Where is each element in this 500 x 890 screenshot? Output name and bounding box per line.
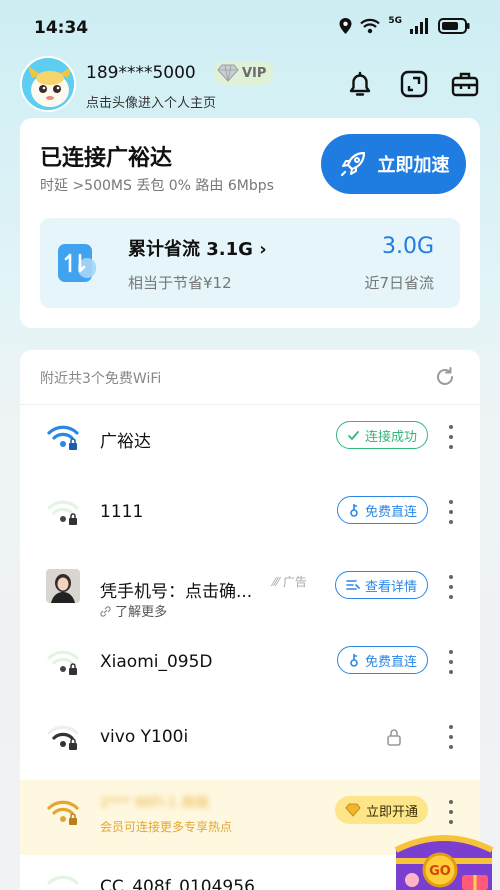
wifi-weak-icon [47, 875, 79, 885]
wifi-medium-locked-icon [47, 725, 79, 750]
treasure-chest-icon[interactable]: GO [388, 820, 500, 890]
wifi-name: vivo Y100i [100, 727, 189, 747]
boost-button[interactable]: 立即加速 [321, 134, 466, 194]
more-icon[interactable] [446, 500, 456, 524]
savings-desc: 近7日省流 [364, 274, 434, 292]
wifi-list-card: 附近共3个免费WiFi 广裕达 连接成功 1111 免费直连 凭手机号：点击确.… [20, 350, 480, 890]
free-connect-button[interactable]: 免费直连 [336, 496, 428, 524]
toolbox-icon [451, 72, 479, 97]
pill-label: 连接成功 [364, 429, 417, 445]
wifi-name: CC_408f_0104956 [100, 877, 255, 890]
status-icons: 5G [339, 16, 470, 34]
boost-label: 立即加速 [377, 155, 450, 176]
vip-badge[interactable]: VIP [213, 61, 275, 85]
status-time: 14:34 [34, 18, 89, 38]
key-icon [350, 504, 358, 517]
connection-stats: 时延 >500MS 丢包 0% 路由 6Mbps [40, 178, 274, 194]
ad-tag: ⁄⁄⁄ 广告 [273, 575, 307, 589]
wifi-row[interactable]: Xiaomi_095D 免费直连 [20, 630, 480, 705]
signal-icon [410, 18, 428, 34]
avatar[interactable] [20, 56, 76, 112]
wifi-name: 1111 [100, 502, 144, 522]
ad-title: 凭手机号：点击确... [100, 582, 253, 602]
more-icon[interactable] [446, 425, 456, 449]
bell-button[interactable] [343, 67, 377, 101]
more-icon[interactable] [446, 650, 456, 674]
pill-label: 立即开通 [365, 804, 418, 820]
rocket-icon [340, 151, 365, 177]
savings-title[interactable]: 累计省流 3.1G › [128, 235, 267, 261]
wifi-vip-icon [47, 800, 79, 825]
connected-status-button[interactable]: 连接成功 [335, 421, 428, 449]
check-icon [348, 430, 359, 440]
wifi-row[interactable]: vivo Y100i [20, 705, 480, 780]
go-label: GO [429, 864, 451, 879]
battery-icon [438, 18, 470, 34]
wifi-name: 广裕达 [100, 432, 151, 452]
wifi-connected-icon [47, 425, 79, 450]
data-transfer-icon [58, 244, 96, 282]
lock-icon [387, 729, 401, 746]
view-details-button[interactable]: 查看详情 [334, 571, 428, 599]
wifi-weak-locked-icon [47, 650, 79, 675]
profile-hint: 点击头像进入个人主页 [86, 96, 217, 111]
diamond-icon [345, 803, 361, 817]
vip-wifi-name: 2*** WiFi-1 高级 [100, 795, 210, 811]
vip-label: VIP [242, 65, 267, 81]
wifi-row[interactable]: 1111 免费直连 [20, 480, 480, 555]
profile-header: 189****5000 VIP 点击头像进入个人主页 [0, 56, 500, 116]
network-type: 5G [388, 16, 402, 26]
toolbox-button[interactable] [448, 67, 482, 101]
status-bar: 14:34 5G [0, 0, 500, 56]
connection-title: 已连接广裕达 [40, 146, 173, 171]
key-icon [350, 654, 358, 667]
ad-row[interactable]: 凭手机号：点击确... ⁄⁄⁄ 广告 了解更多 查看详情 [20, 555, 480, 630]
user-phone: 189****5000 [86, 63, 196, 83]
pill-label: 免费直连 [364, 504, 417, 520]
wifi-name: Xiaomi_095D [100, 652, 213, 672]
scan-button[interactable] [397, 67, 431, 101]
savings-value: 3.0G [381, 234, 434, 259]
scan-icon [400, 70, 428, 98]
pill-label: 查看详情 [364, 579, 417, 595]
mascot-icon [22, 58, 74, 110]
ad-image [46, 569, 80, 603]
bell-icon [349, 71, 371, 96]
wifi-weak-locked-icon [47, 500, 79, 525]
savings-panel[interactable]: 累计省流 3.1G › 相当于节省¥12 3.0G 近7日省流 [40, 218, 460, 308]
more-icon[interactable] [446, 725, 456, 749]
vip-wifi-desc: 会员可连接更多专享热点 [100, 820, 233, 834]
free-connect-button[interactable]: 免费直连 [336, 646, 428, 674]
wifi-list-header: 附近共3个免费WiFi [40, 371, 162, 387]
location-icon [339, 18, 352, 34]
refresh-icon[interactable] [434, 366, 456, 388]
diamond-icon [217, 64, 239, 82]
list-icon [346, 580, 360, 590]
link-icon [100, 606, 111, 617]
ad-learn-more[interactable]: 了解更多 [100, 601, 167, 620]
more-icon[interactable] [446, 575, 456, 599]
connection-card: 已连接广裕达 时延 >500MS 丢包 0% 路由 6Mbps 立即加速 累计省… [20, 118, 480, 328]
savings-subtitle: 相当于节省¥12 [128, 274, 232, 292]
wifi-row[interactable]: 广裕达 连接成功 [20, 405, 480, 480]
wifi-status-icon [360, 18, 381, 34]
pill-label: 免费直连 [364, 654, 417, 670]
